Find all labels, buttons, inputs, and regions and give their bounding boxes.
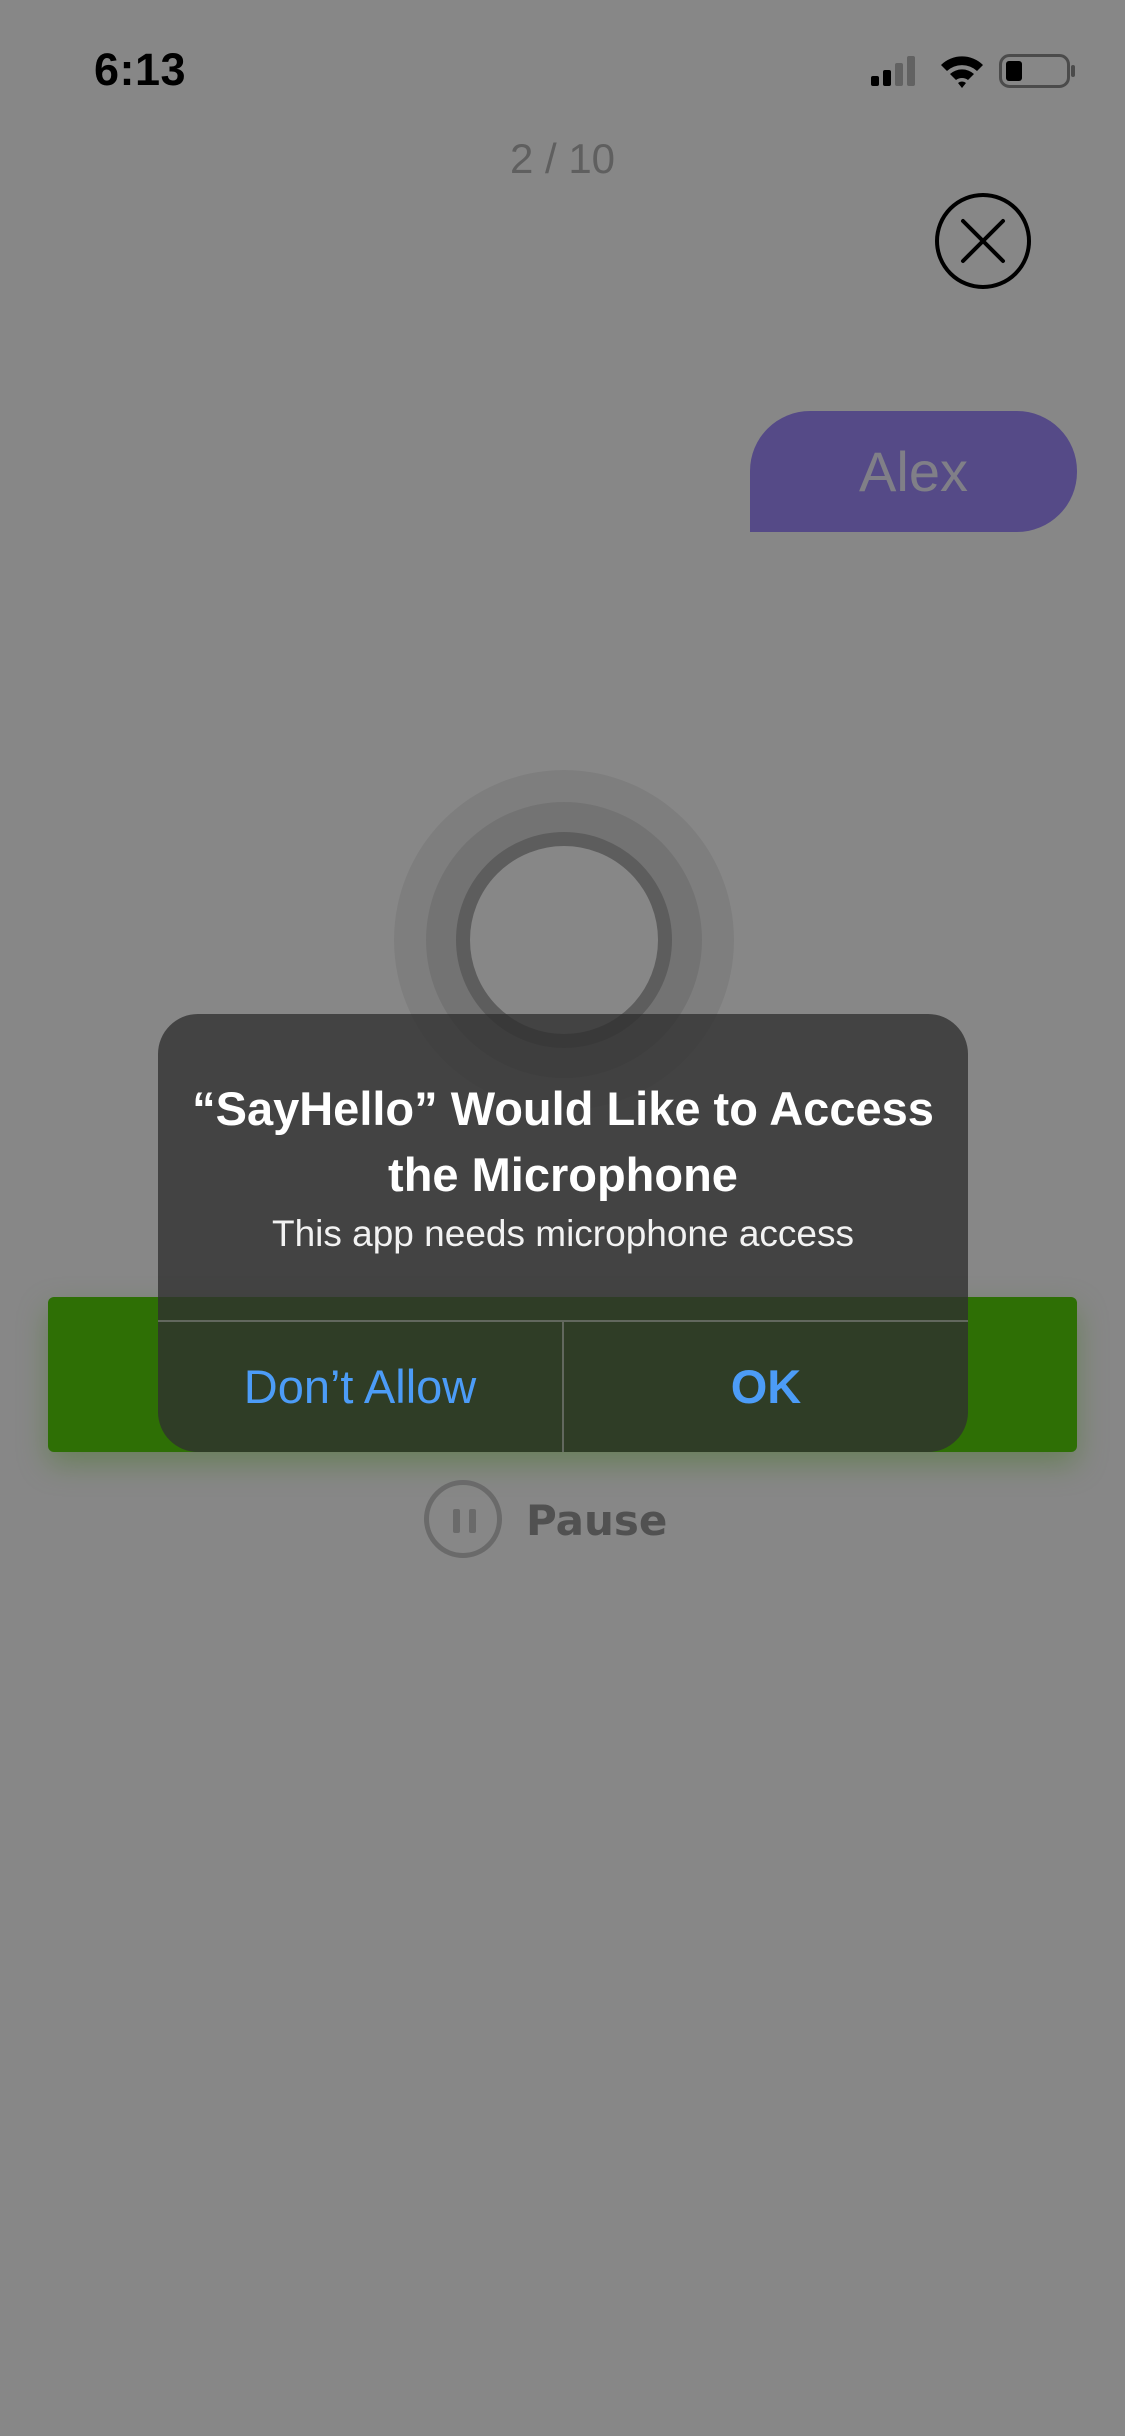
dont-allow-button[interactable]: Don’t Allow xyxy=(158,1322,562,1452)
microphone-permission-alert: “SayHello” Would Like to Access the Micr… xyxy=(158,1014,968,1452)
ok-button[interactable]: OK xyxy=(564,1322,968,1452)
alert-message: This app needs microphone access xyxy=(271,1213,855,1254)
alert-body: “SayHello” Would Like to Access the Micr… xyxy=(158,1014,968,1320)
alert-title: “SayHello” Would Like to Access the Micr… xyxy=(192,1082,934,1201)
lesson-screen: 6:13 2 / 10 Alex Pause “SayHello” Would … xyxy=(0,0,1125,2436)
